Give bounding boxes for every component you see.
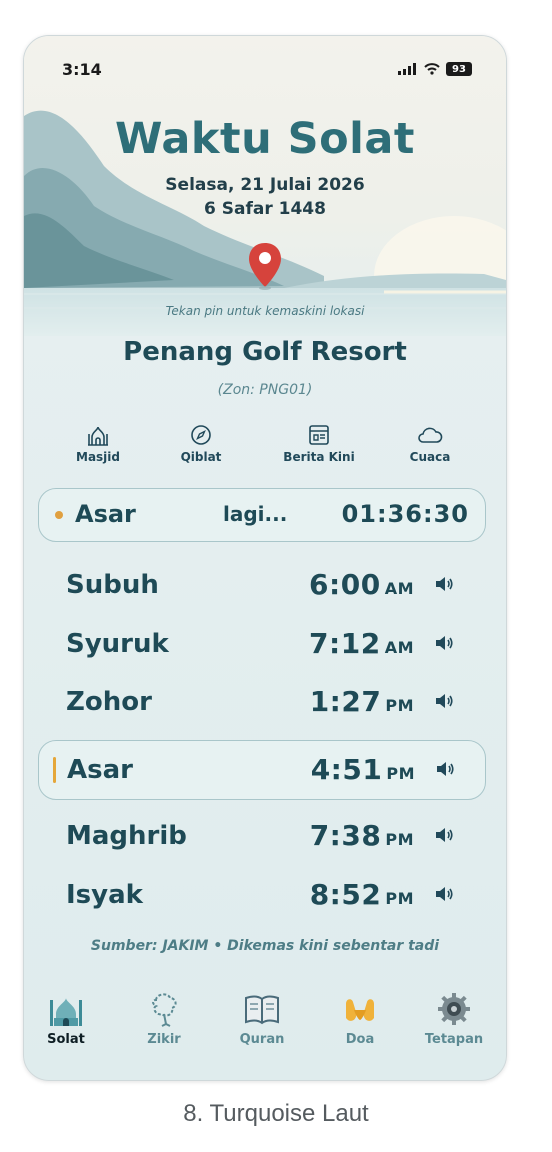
phone-screen: 3:14 93 Waktu Solat Selasa, 21 Julai 202…	[23, 35, 507, 1081]
quick-action-label: Qiblat	[180, 450, 222, 464]
status-bar: 3:14 93	[24, 60, 506, 84]
prayer-time: 6:00 AM	[309, 568, 414, 601]
prayer-beads-icon	[152, 993, 177, 1027]
quick-action-cuaca[interactable]: Cuaca	[380, 424, 480, 464]
prayer-name: Asar	[67, 755, 133, 785]
prayer-name: Zohor	[66, 687, 152, 717]
zone-label: (Zon: PNG01)	[217, 382, 313, 398]
speaker-icon[interactable]	[434, 826, 454, 844]
tab-tetapan[interactable]: Tetapan	[414, 990, 494, 1047]
speaker-icon[interactable]	[434, 885, 454, 903]
prayer-time: 7:12 AM	[309, 627, 414, 660]
page-title: Waktu Solat	[115, 114, 415, 164]
next-prayer-countdown: Asar lagi... 01:36:30	[38, 488, 486, 542]
praying-hands-icon	[346, 999, 374, 1021]
prayer-name: Subuh	[66, 570, 159, 600]
prayer-name: Syuruk	[66, 629, 169, 659]
next-prayer-name: Asar	[75, 500, 136, 528]
compass-icon	[191, 425, 211, 445]
quick-action-label: Berita Kini	[283, 450, 355, 464]
cloud-icon	[418, 427, 443, 443]
location-name[interactable]: Penang Golf Resort	[24, 337, 506, 367]
tab-quran[interactable]: Quran	[222, 990, 302, 1047]
quick-action-label: Masjid	[76, 450, 120, 464]
tab-label: Tetapan	[424, 1032, 484, 1047]
battery-icon: 93	[446, 62, 472, 76]
gear-icon	[438, 993, 470, 1025]
tab-label: Quran	[239, 1032, 285, 1047]
quick-action-masjid[interactable]: Masjid	[48, 424, 148, 464]
prayer-time: 1:27 PM	[309, 685, 414, 718]
status-icons: 93	[398, 62, 472, 76]
speaker-icon[interactable]	[435, 760, 455, 778]
location-pin-icon[interactable]	[247, 241, 283, 291]
prayer-time: 8:52 PM	[309, 878, 414, 911]
prayer-time: 7:38 PM	[309, 819, 414, 852]
pin-hint: Tekan pin untuk kemaskini lokasi	[165, 304, 365, 318]
prayer-name: Maghrib	[66, 821, 187, 851]
prayer-row-asar: Asar 4:51 PM	[38, 740, 486, 800]
tab-label: Doa	[345, 1032, 375, 1047]
quick-action-qiblat[interactable]: Qiblat	[151, 424, 251, 464]
speaker-icon[interactable]	[434, 575, 454, 593]
prayer-row-subuh: Subuh 6:00 AM	[38, 556, 484, 614]
gregorian-date: Selasa, 21 Julai 2026	[165, 175, 365, 195]
prayer-row-maghrib: Maghrib 7:38 PM	[38, 807, 484, 865]
tab-label: Zikir	[147, 1032, 181, 1047]
mosque-icon	[50, 998, 82, 1026]
wifi-icon	[424, 63, 440, 75]
theme-caption: 8. Turquoise Laut	[183, 1100, 369, 1127]
book-icon	[245, 995, 279, 1025]
mosque-icon	[88, 426, 108, 446]
tab-zikir[interactable]: Zikir	[124, 990, 204, 1047]
prayer-row-zohor: Zohor 1:27 PM	[38, 673, 484, 731]
speaker-icon[interactable]	[434, 692, 454, 710]
source-note: Sumber: JAKIM • Dikemas kini sebentar ta…	[90, 938, 440, 954]
prayer-name: Isyak	[66, 880, 143, 910]
prayer-row-isyak: Isyak 8:52 PM	[38, 866, 484, 924]
status-time: 3:14	[62, 60, 102, 79]
hijri-date: 6 Safar 1448	[204, 199, 326, 219]
bottom-tab-bar: Solat Zikir Quran Doa Tetapan	[24, 982, 506, 1062]
tab-doa[interactable]: Doa	[320, 990, 400, 1047]
prayer-time: 4:51 PM	[310, 753, 415, 786]
quick-action-label: Cuaca	[409, 450, 451, 464]
prayer-row-syuruk: Syuruk 7:12 AM	[38, 615, 484, 673]
status-dot	[55, 511, 63, 519]
next-prayer-text: lagi...	[223, 502, 288, 526]
quick-action-berita[interactable]: Berita Kini	[269, 424, 369, 464]
countdown-timer: 01:36:30	[341, 500, 469, 528]
news-icon	[309, 425, 329, 445]
signal-icon	[398, 63, 416, 75]
tab-solat[interactable]: Solat	[26, 990, 106, 1047]
active-indicator	[53, 757, 56, 783]
tab-label: Solat	[47, 1032, 85, 1047]
speaker-icon[interactable]	[434, 634, 454, 652]
